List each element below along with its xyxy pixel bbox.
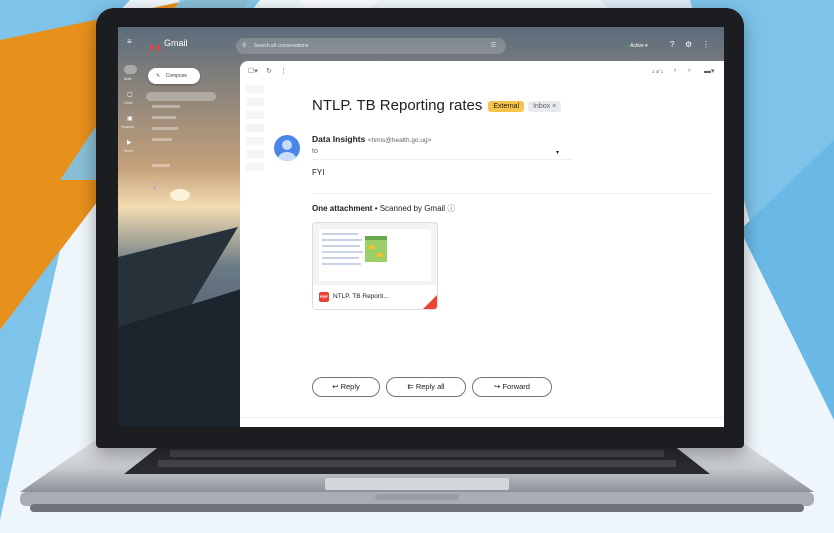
file-corner-icon xyxy=(423,295,437,309)
refresh-icon[interactable]: ↻ xyxy=(266,67,272,75)
filter-icon[interactable]: ☰ xyxy=(491,38,496,54)
attachment-heading-title: One attachment xyxy=(312,204,373,213)
email-body: FYI xyxy=(312,168,325,177)
screen: ≡ Gmail ⚲ Search all conversations ☰ ● A… xyxy=(118,27,724,427)
header-divider xyxy=(312,159,572,160)
gmail-logo-icon[interactable] xyxy=(150,38,160,51)
body-divider xyxy=(312,193,712,194)
side-list-placeholder xyxy=(246,85,264,175)
inbox-tag-label: Inbox xyxy=(533,102,551,110)
info-icon[interactable]: ⓘ xyxy=(447,204,455,213)
nav-item[interactable] xyxy=(152,116,176,119)
reply-all-button[interactable]: ⇇ Reply all xyxy=(386,377,466,397)
mail-rail-label: Mail xyxy=(124,76,132,81)
help-icon[interactable]: ? xyxy=(670,40,674,49)
nav-item[interactable] xyxy=(152,138,172,141)
more-options-icon[interactable]: ⋮ xyxy=(280,67,287,75)
inbox-tag[interactable]: Inbox × xyxy=(528,100,562,112)
search-icon[interactable]: ⚲ xyxy=(242,43,246,49)
status-text: Active xyxy=(630,43,644,49)
keyboard-icon[interactable]: ▬▾ xyxy=(704,67,715,75)
attachment-heading: One attachment • Scanned by Gmail ⓘ xyxy=(312,203,455,214)
attachment-name-bar: PDF NTLP. TB Reporti... xyxy=(313,285,437,309)
next-page-icon[interactable]: › xyxy=(688,67,690,74)
status-indicator[interactable]: ● Active ▾ xyxy=(626,43,648,49)
status-dot-icon: ● xyxy=(626,43,630,49)
chat-rail-label: Chat xyxy=(124,100,133,105)
select-checkbox-icon[interactable]: ☐▾ xyxy=(248,67,258,75)
compose-button[interactable]: ✎ Compose xyxy=(148,68,200,84)
reply-button[interactable]: ↩ Reply xyxy=(312,377,380,397)
attachment-name: NTLP. TB Reporti... xyxy=(333,293,389,300)
spaces-rail-label: Spaces xyxy=(121,124,135,129)
recipient-details-chevron-icon[interactable]: ▾ xyxy=(556,149,559,156)
email-subject: NTLP. TB Reporting rates External Inbox × xyxy=(312,97,562,114)
attachment-scanned-text: • Scanned by Gmail xyxy=(372,204,446,213)
nav-item[interactable] xyxy=(152,105,180,108)
pagination-text: 1 of 1 xyxy=(652,69,664,74)
gmail-top-bar: ≡ Gmail ⚲ Search all conversations ☰ ● A… xyxy=(118,27,724,57)
pencil-icon: ✎ xyxy=(156,73,161,79)
sender-line: Data Insights <hmis@health.go.ug> xyxy=(312,134,431,144)
mail-rail-icon[interactable] xyxy=(124,65,137,74)
search-input[interactable]: Search all conversations xyxy=(254,43,308,49)
left-rail: Mail ▢ Chat ▣ Spaces ▶ Meet xyxy=(118,63,144,203)
forward-button[interactable]: ↪ Forward xyxy=(472,377,552,397)
label-dot-icon[interactable]: ● xyxy=(153,175,156,181)
gmail-app-name: Gmail xyxy=(164,38,188,48)
recipient-line: to xyxy=(312,148,318,155)
compose-label: Compose xyxy=(165,73,187,79)
labels-heading xyxy=(152,164,170,167)
sender-name[interactable]: Data Insights xyxy=(312,134,365,144)
reply-all-icon: ⇇ xyxy=(407,382,414,391)
chat-icon[interactable]: ▢ xyxy=(127,91,133,98)
label-dot-icon[interactable]: ● xyxy=(153,185,156,191)
meet-icon[interactable]: ▶ xyxy=(127,139,132,146)
email-panel: ☐▾ ↻ ⋮ 1 of 1 ‹ › ▬▾ NTLP. TB Reporting … xyxy=(240,61,724,427)
external-tag: External xyxy=(488,100,525,112)
sender-avatar[interactable] xyxy=(274,135,300,161)
prev-page-icon[interactable]: ‹ xyxy=(674,67,676,74)
attachment-card[interactable]: PDF NTLP. TB Reporti... xyxy=(312,222,438,310)
attachment-preview xyxy=(319,229,431,281)
close-icon[interactable]: × xyxy=(552,103,556,110)
nav-item[interactable] xyxy=(152,127,178,130)
nav-item-inbox[interactable] xyxy=(146,92,216,101)
to-label: to xyxy=(312,148,318,155)
reply-all-label: Reply all xyxy=(415,382,445,391)
reply-icon: ↩ xyxy=(332,382,339,391)
forward-icon: ↪ xyxy=(494,382,501,391)
apps-grid-icon[interactable]: ⋮ xyxy=(702,40,710,49)
sender-email: <hmis@health.go.ug> xyxy=(367,137,432,144)
footer-divider xyxy=(240,417,724,418)
spaces-icon[interactable]: ▣ xyxy=(127,115,133,122)
search-bar[interactable]: ⚲ Search all conversations ☰ xyxy=(236,38,506,54)
menu-icon[interactable]: ≡ xyxy=(127,37,132,46)
subject-text: NTLP. TB Reporting rates xyxy=(312,97,483,114)
settings-gear-icon[interactable]: ⚙ xyxy=(685,40,692,49)
forward-label: Forward xyxy=(502,382,530,391)
reply-label: Reply xyxy=(340,382,360,391)
meet-rail-label: Meet xyxy=(124,148,133,153)
pdf-icon: PDF xyxy=(319,292,329,302)
